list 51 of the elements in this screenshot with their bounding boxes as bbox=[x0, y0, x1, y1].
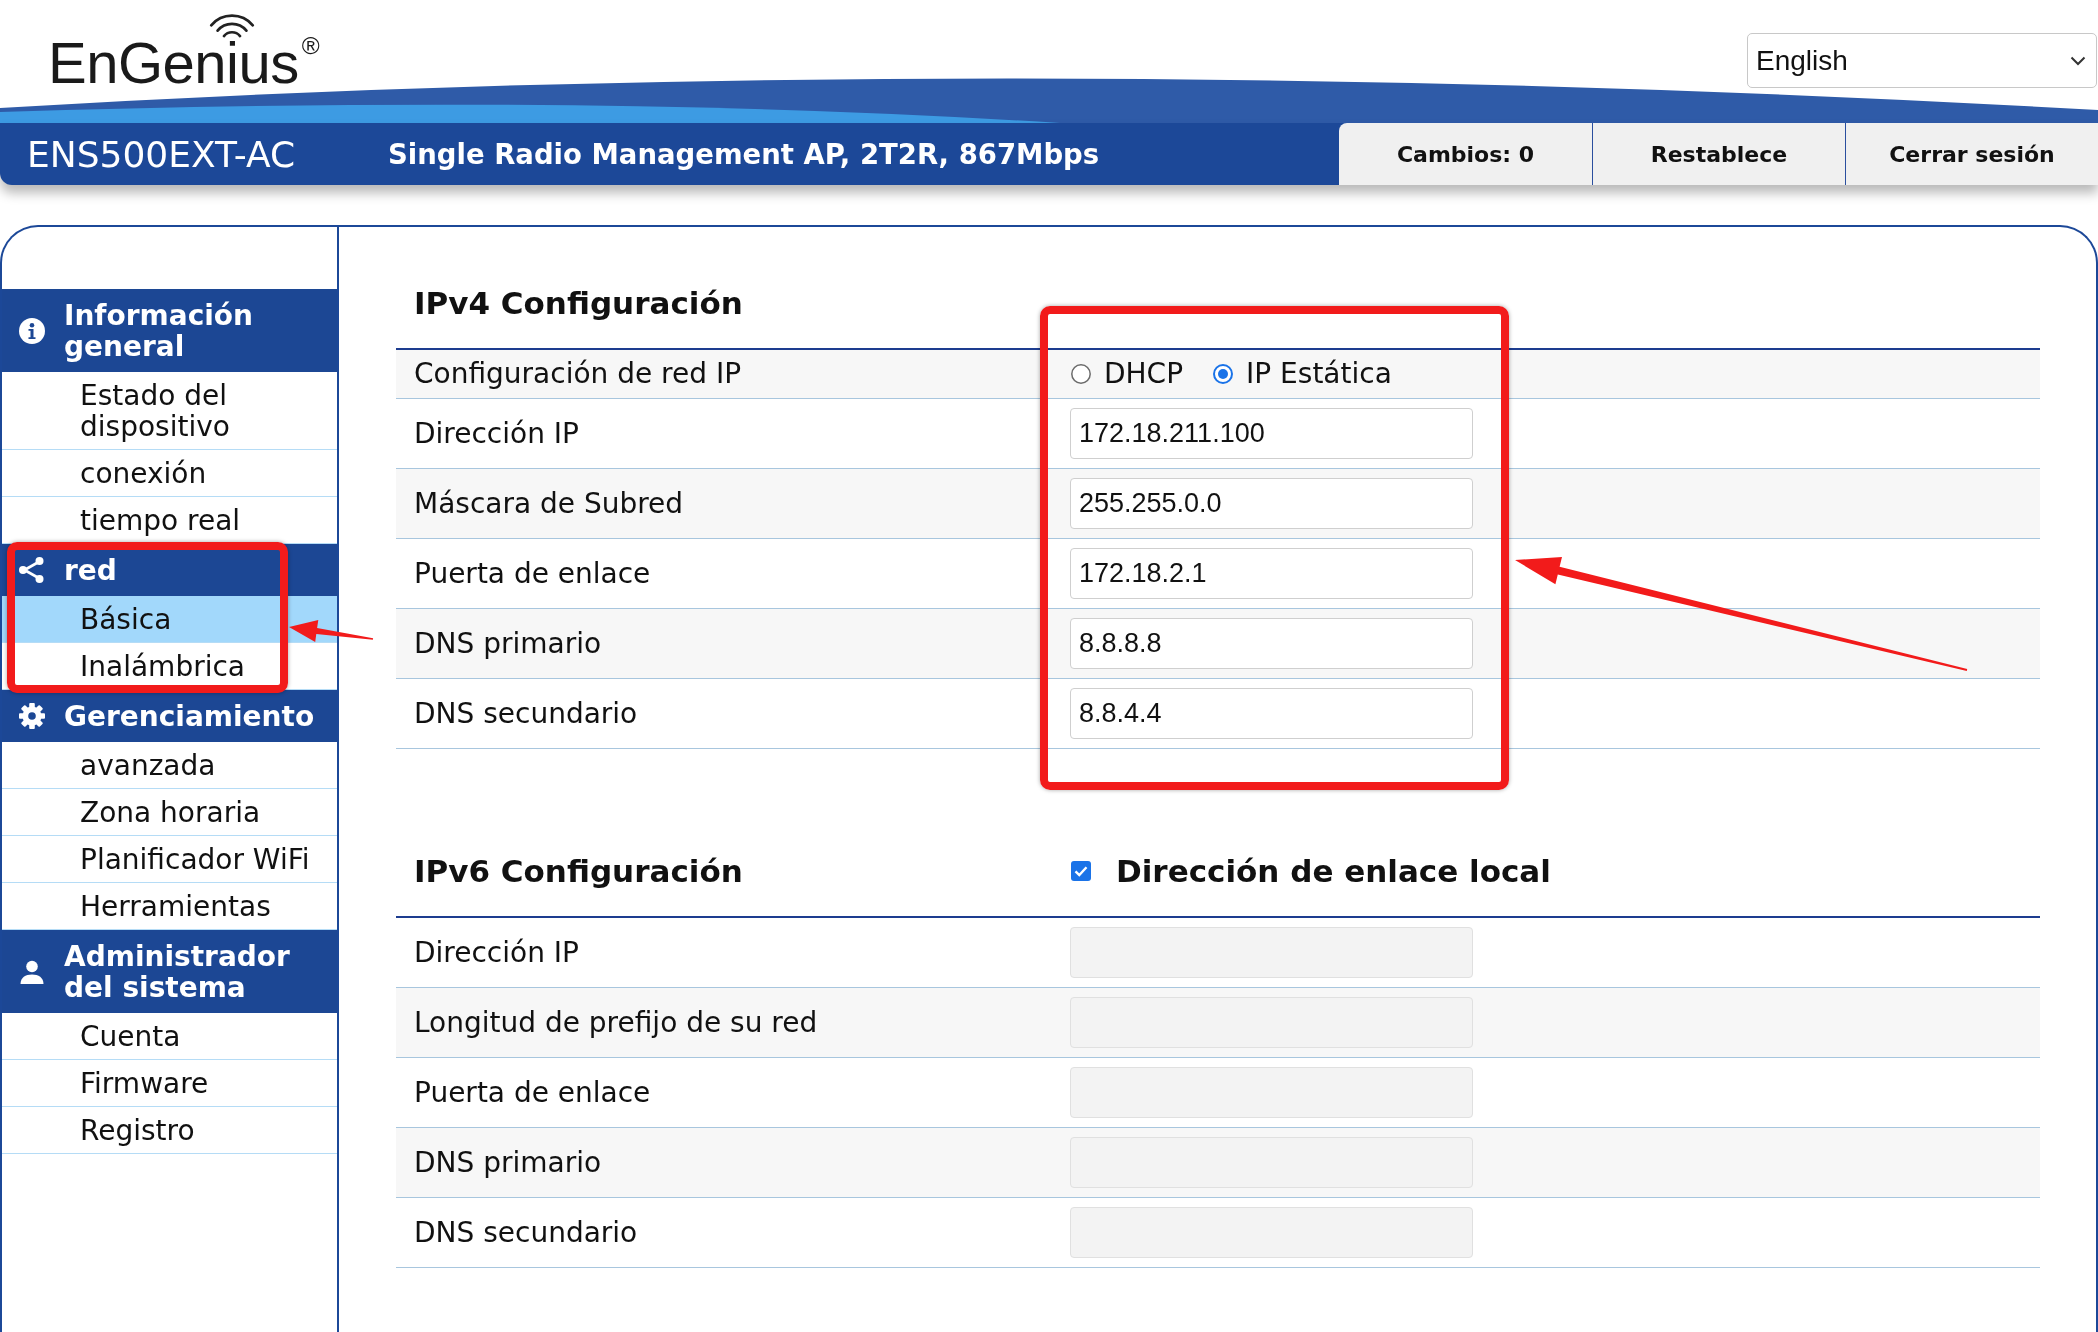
text-field[interactable]: 8.8.8.8 bbox=[1070, 618, 1473, 669]
sidebar-item[interactable]: Cuenta bbox=[80, 1021, 181, 1052]
field-label: Máscara de Subred bbox=[413, 487, 685, 520]
sidebar-item[interactable]: tiempo real bbox=[80, 505, 241, 536]
sidebar-section-header[interactable]: Administrador del sistema bbox=[2, 930, 337, 1013]
field-label: Puerta de enlace bbox=[413, 557, 652, 590]
radio-label[interactable]: DHCP bbox=[1104, 358, 1184, 390]
info-icon bbox=[18, 316, 46, 345]
sidebar-item[interactable]: Básica bbox=[2, 596, 337, 643]
sidebar-section-header[interactable]: Información general bbox=[2, 289, 337, 372]
model-name: ENS500EXT-AC bbox=[27, 133, 296, 175]
section-title: IPv6 Configuración bbox=[413, 853, 744, 889]
text-field[interactable]: 172.18.2.1 bbox=[1070, 548, 1473, 599]
field-label: DNS primario bbox=[413, 627, 603, 660]
checkbox[interactable] bbox=[1071, 861, 1091, 881]
settings-icon bbox=[18, 702, 46, 730]
sidebar-item[interactable]: Firmware bbox=[80, 1068, 209, 1099]
sidebar-item[interactable]: Zona horaria bbox=[80, 797, 261, 828]
sidebar-item[interactable]: conexión bbox=[80, 458, 207, 489]
sidebar-item[interactable]: Planificador WiFi bbox=[80, 844, 310, 875]
field-label: Configuración de red IP bbox=[413, 358, 743, 390]
text-field[interactable]: 255.255.0.0 bbox=[1070, 478, 1473, 529]
radio-label[interactable]: IP Estática bbox=[1246, 358, 1392, 390]
sidebar-item[interactable]: Estado del dispositivo bbox=[80, 380, 329, 442]
sidebar-item[interactable]: Inalámbrica bbox=[80, 651, 245, 682]
sidebar-item[interactable]: Herramientas bbox=[80, 891, 271, 922]
device-description: Single Radio Management AP, 2T2R, 867Mbps bbox=[388, 138, 1100, 170]
field-label: Longitud de prefijo de su red bbox=[413, 1006, 819, 1039]
header-button[interactable]: Restablece bbox=[1592, 123, 1845, 185]
chevron-down-icon bbox=[2070, 55, 2086, 66]
radio-button[interactable] bbox=[1071, 364, 1091, 384]
logo: EnGenius$^{®}$ bbox=[48, 34, 320, 92]
header-button[interactable]: Cerrar sesión bbox=[1845, 123, 2098, 185]
text-field[interactable]: 8.8.4.4 bbox=[1070, 688, 1473, 739]
field-label: Puerta de enlace bbox=[413, 1076, 652, 1109]
header-button[interactable]: Cambios: 0 bbox=[1339, 123, 1592, 185]
sidebar-section-header[interactable]: Gerenciamiento bbox=[2, 690, 337, 742]
field-label: DNS secundario bbox=[413, 697, 639, 730]
sidebar-item[interactable]: Registro bbox=[80, 1115, 195, 1146]
wifi-icon bbox=[209, 14, 255, 38]
sidebar-item[interactable]: avanzada bbox=[80, 750, 216, 781]
field-label: Dirección IP bbox=[413, 417, 580, 450]
radio-button[interactable] bbox=[1213, 364, 1234, 384]
checkbox-label[interactable]: Dirección de enlace local bbox=[1116, 853, 1551, 889]
section-title: IPv4 Configuración bbox=[413, 285, 744, 321]
share-icon bbox=[18, 556, 46, 584]
field-label: DNS secundario bbox=[413, 1216, 639, 1249]
text-field[interactable]: 172.18.211.100 bbox=[1070, 408, 1473, 459]
language-select[interactable]: English bbox=[1747, 33, 2097, 88]
field-label: DNS primario bbox=[413, 1146, 603, 1179]
field-label: Dirección IP bbox=[413, 936, 580, 969]
